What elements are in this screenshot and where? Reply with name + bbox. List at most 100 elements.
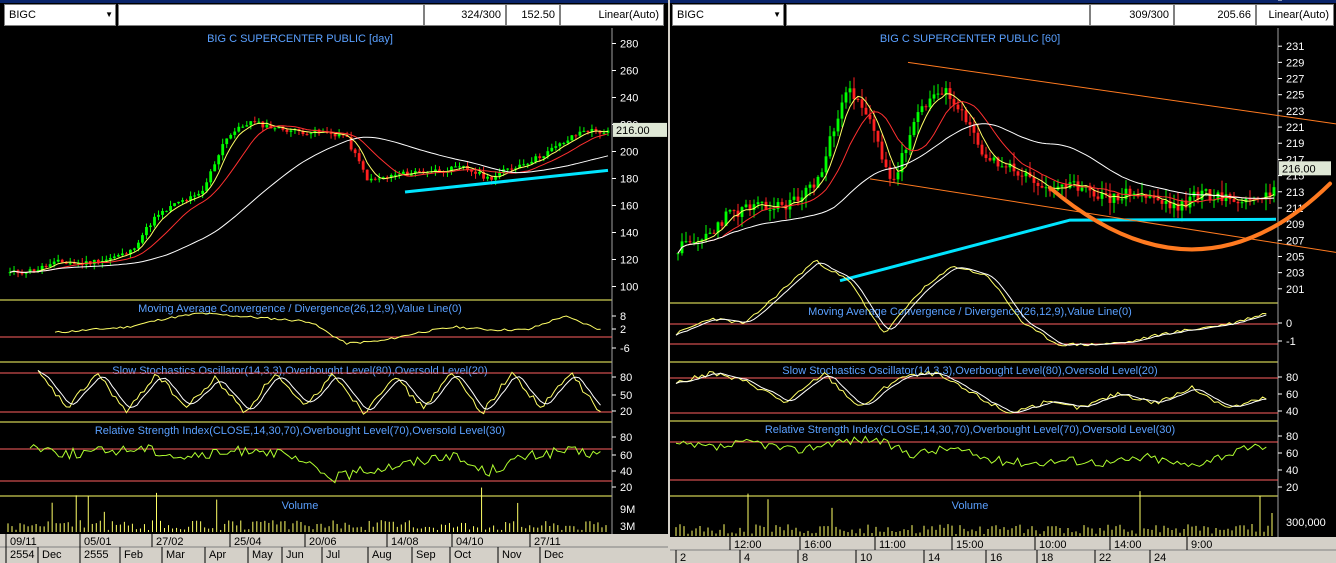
candle <box>305 134 309 136</box>
candle <box>916 112 920 122</box>
candle <box>1108 193 1112 203</box>
date-label: Apr <box>209 549 226 561</box>
candle <box>760 201 764 203</box>
candle <box>880 141 884 160</box>
candle <box>225 138 229 145</box>
candle <box>1072 181 1076 183</box>
chart-title: BIG C SUPERCENTER PUBLIC [60] <box>880 33 1060 45</box>
candle <box>161 210 164 215</box>
candle <box>534 156 538 162</box>
candle <box>1044 187 1048 189</box>
indicator-tick-label: 20 <box>1286 482 1298 494</box>
volume-tick-label: 300,000 <box>1286 517 1326 529</box>
candle <box>566 140 570 144</box>
y-tick-label: 225 <box>1286 90 1304 102</box>
candle <box>454 166 457 168</box>
y-tick-label: 205 <box>1286 251 1304 263</box>
candle <box>780 202 784 205</box>
candle <box>44 265 48 268</box>
hourly-chart-svg: BIG C SUPERCENTER PUBLIC [60]23122922722… <box>670 0 1336 563</box>
candle <box>772 209 776 211</box>
candle <box>265 124 269 128</box>
candle <box>1164 201 1168 204</box>
y-tick-label: 229 <box>1286 57 1304 69</box>
candle <box>133 248 136 250</box>
candle <box>353 149 357 154</box>
candle <box>864 107 868 115</box>
y-tick-label: 260 <box>620 66 638 78</box>
candle <box>377 178 381 180</box>
candle <box>1204 189 1208 191</box>
indicator-tick-label: 20 <box>620 406 632 418</box>
candle <box>1236 201 1240 204</box>
indicator-tick-label: -1 <box>1286 336 1296 348</box>
candle <box>1096 196 1100 199</box>
indicator-tick-label: 0 <box>1286 318 1292 330</box>
date-label: Sep <box>416 549 436 561</box>
candle <box>141 235 144 243</box>
indicator-line <box>29 444 601 484</box>
candle <box>768 209 772 211</box>
candle <box>732 210 736 212</box>
candle <box>940 93 944 95</box>
indicator-title: Slow Stochastics Oscillator(14,3,3),Over… <box>782 365 1157 377</box>
candle <box>554 146 558 148</box>
candle <box>720 222 724 226</box>
last-price-label: 216.00 <box>616 125 650 137</box>
candle <box>932 94 936 99</box>
candle <box>237 126 241 132</box>
candle <box>708 232 712 234</box>
candle <box>840 102 844 119</box>
candle <box>538 156 542 159</box>
candle <box>229 134 233 139</box>
candle <box>52 261 56 265</box>
candle <box>1112 193 1116 203</box>
chart-title: BIG C SUPERCENTER PUBLIC [day] <box>207 33 393 45</box>
candle <box>245 125 249 127</box>
candle <box>68 263 72 265</box>
indicator-line <box>54 312 601 345</box>
y-tick-label: 180 <box>620 174 638 186</box>
candle <box>193 195 197 197</box>
indicator-tick-label: 80 <box>620 432 632 444</box>
candle <box>522 164 526 166</box>
candle <box>261 121 265 128</box>
candle <box>968 122 972 125</box>
candle <box>912 121 916 136</box>
date-label: Oct <box>454 549 471 561</box>
date-label: 14 <box>928 552 940 563</box>
date-label: 15:00 <box>956 539 984 551</box>
candle <box>704 233 708 240</box>
date-label: 09/11 <box>10 536 37 548</box>
y-tick-label: 209 <box>1286 219 1304 231</box>
indicator-tick-label: 50 <box>620 390 632 402</box>
y-tick-label: 223 <box>1286 106 1304 118</box>
candle <box>205 182 209 191</box>
indicator-tick-label: 20 <box>620 482 632 494</box>
candle <box>688 241 692 243</box>
date-label: Jul <box>326 549 340 561</box>
candle <box>542 156 546 159</box>
candle <box>586 130 590 133</box>
candle <box>848 88 852 93</box>
candle <box>373 178 377 180</box>
candle <box>124 253 128 255</box>
indicator-title: Moving Average Convergence / Divergence(… <box>808 306 1132 318</box>
candle <box>1240 202 1244 204</box>
candle <box>1128 188 1132 196</box>
signal-line <box>675 262 1267 346</box>
candle <box>173 203 176 207</box>
candle <box>578 131 582 136</box>
candle <box>458 166 461 168</box>
candle <box>185 200 188 202</box>
candle <box>1100 193 1104 199</box>
y-tick-label: 100 <box>620 282 638 294</box>
indicator-tick-label: 60 <box>620 450 632 462</box>
candle <box>157 214 160 217</box>
y-tick-label: 240 <box>620 93 638 105</box>
indicator-title: Relative Strength Index(CLOSE,14,30,70),… <box>765 424 1175 436</box>
candle <box>474 171 477 174</box>
candle <box>72 263 76 265</box>
daily-chart-window: BIGC ▼ 324/300 152.50 Linear(Auto) BIG C … <box>0 0 668 563</box>
date-label: 2 <box>680 552 686 563</box>
